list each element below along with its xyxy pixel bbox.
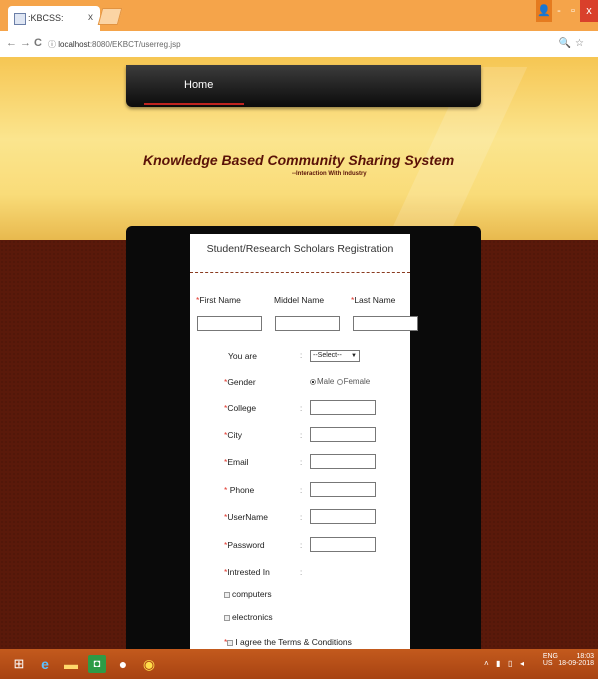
interested-label: *Intrested In xyxy=(224,567,270,577)
windows-start-icon[interactable]: ⊞ xyxy=(10,655,28,673)
forward-icon[interactable]: → xyxy=(20,37,31,49)
password-input[interactable] xyxy=(310,537,376,552)
first-name-input[interactable] xyxy=(197,316,262,331)
minimize-button[interactable]: - xyxy=(552,0,566,22)
url-field[interactable]: ⓘ localhost:8080/EKBCT/userreg.jsp xyxy=(48,39,181,50)
web-page: Home Knowledge Based Community Sharing S… xyxy=(0,57,598,649)
tab-title: :KBCSS: xyxy=(28,13,64,23)
store-icon[interactable]: ◘ xyxy=(88,655,106,673)
username-input[interactable] xyxy=(310,509,376,524)
email-label: *Email xyxy=(224,457,249,467)
you-are-select[interactable]: --Select-- ▼ xyxy=(310,350,360,362)
back-icon[interactable]: ← xyxy=(6,37,17,49)
colon: : xyxy=(300,458,303,467)
colon: : xyxy=(300,541,303,550)
colon: : xyxy=(300,404,303,413)
email-input[interactable] xyxy=(310,454,376,469)
language-label: ENG xyxy=(542,653,558,660)
you-are-label: You are xyxy=(228,351,257,361)
reload-icon[interactable]: C xyxy=(34,37,42,49)
clock-time: 18:03 xyxy=(576,653,594,660)
site-subtitle: --Interaction With Industry xyxy=(292,171,367,177)
colon: : xyxy=(300,568,303,577)
user-icon[interactable]: 👤 xyxy=(536,0,552,22)
form-divider xyxy=(190,272,410,274)
maximize-button[interactable]: ▫ xyxy=(566,0,580,22)
gender-options: Male Female xyxy=(310,377,370,386)
tab-close-icon[interactable]: x xyxy=(88,12,93,23)
tray-network-icon[interactable]: ▮ xyxy=(496,659,500,668)
gender-female-radio[interactable] xyxy=(336,378,343,385)
nav-active-underline xyxy=(144,103,244,105)
registration-form: Student/Research Scholars Registration *… xyxy=(190,234,418,649)
window-controls: 👤 - ▫ x xyxy=(536,0,598,22)
gender-male-radio[interactable] xyxy=(310,378,316,385)
tray-language[interactable]: ENG US xyxy=(543,653,558,667)
colon: : xyxy=(300,431,303,440)
url-host: localhost xyxy=(58,40,90,49)
region-label: US xyxy=(542,660,553,667)
last-name-label: *Last Name xyxy=(351,295,396,305)
site-title: Knowledge Based Community Sharing System xyxy=(143,152,455,168)
form-title: Student/Research Scholars Registration xyxy=(206,243,394,255)
media-icon[interactable]: ● xyxy=(114,655,132,673)
address-actions: 🔍☆ xyxy=(559,38,588,49)
address-bar: ← → C ⓘ localhost:8080/EKBCT/userreg.jsp… xyxy=(0,31,598,58)
chrome-icon[interactable]: ◉ xyxy=(140,655,158,673)
tray-battery-icon[interactable]: ▯ xyxy=(508,659,512,668)
windows-taskbar: ⊞ e ▬ ◘ ● ◉ ˄ ▮ ▯ ◂ ENG US 18:03 18-09-2… xyxy=(0,649,598,679)
chevron-down-icon: ▼ xyxy=(351,353,357,359)
colon: : xyxy=(300,351,303,360)
password-label: *Password xyxy=(224,540,265,550)
zoom-icon[interactable]: 🔍 xyxy=(559,38,575,49)
agree-checkbox[interactable] xyxy=(227,639,234,646)
phone-label: * Phone xyxy=(224,485,255,495)
colon: : xyxy=(300,486,303,495)
interest-computers: computers xyxy=(224,589,272,599)
middle-name-input[interactable] xyxy=(275,316,340,331)
close-button[interactable]: x xyxy=(580,0,598,22)
interest-electronics: electronics xyxy=(224,612,273,622)
info-icon: ⓘ xyxy=(48,40,56,49)
middle-name-label: Middel Name xyxy=(274,295,325,305)
browser-titlebar: :KBCSS: x 👤 - ▫ x xyxy=(0,0,598,31)
nav-home-link[interactable]: Home xyxy=(184,79,213,91)
clock-date: 18-09-2018 xyxy=(558,660,594,667)
college-label: *College xyxy=(224,403,257,413)
tray-clock[interactable]: 18:03 18-09-2018 xyxy=(558,653,594,667)
city-input[interactable] xyxy=(310,427,376,442)
site-navbar: Home xyxy=(126,65,481,107)
city-label: *City xyxy=(224,430,242,440)
new-tab-button[interactable] xyxy=(97,8,123,25)
browser-tab[interactable]: :KBCSS: x xyxy=(8,6,100,31)
college-input[interactable] xyxy=(310,400,376,415)
bookmark-star-icon[interactable]: ☆ xyxy=(575,38,588,49)
electronics-checkbox[interactable] xyxy=(224,614,230,621)
agree-terms: * I agree the Terms & Conditions xyxy=(224,637,352,647)
colon: : xyxy=(300,513,303,522)
last-name-input[interactable] xyxy=(353,316,418,331)
favicon-icon xyxy=(14,13,26,25)
phone-input[interactable] xyxy=(310,482,376,497)
gender-label: *Gender xyxy=(224,377,256,387)
file-explorer-icon[interactable]: ▬ xyxy=(62,655,80,673)
internet-explorer-icon[interactable]: e xyxy=(36,655,54,673)
computers-checkbox[interactable] xyxy=(224,591,230,598)
first-name-label: *First Name xyxy=(196,295,241,305)
tray-volume-icon[interactable]: ◂ xyxy=(520,659,524,668)
username-label: *UserName xyxy=(224,512,268,522)
url-path: :8080/EKBCT/userreg.jsp xyxy=(89,40,181,49)
tray-chevron-icon[interactable]: ˄ xyxy=(484,659,489,668)
